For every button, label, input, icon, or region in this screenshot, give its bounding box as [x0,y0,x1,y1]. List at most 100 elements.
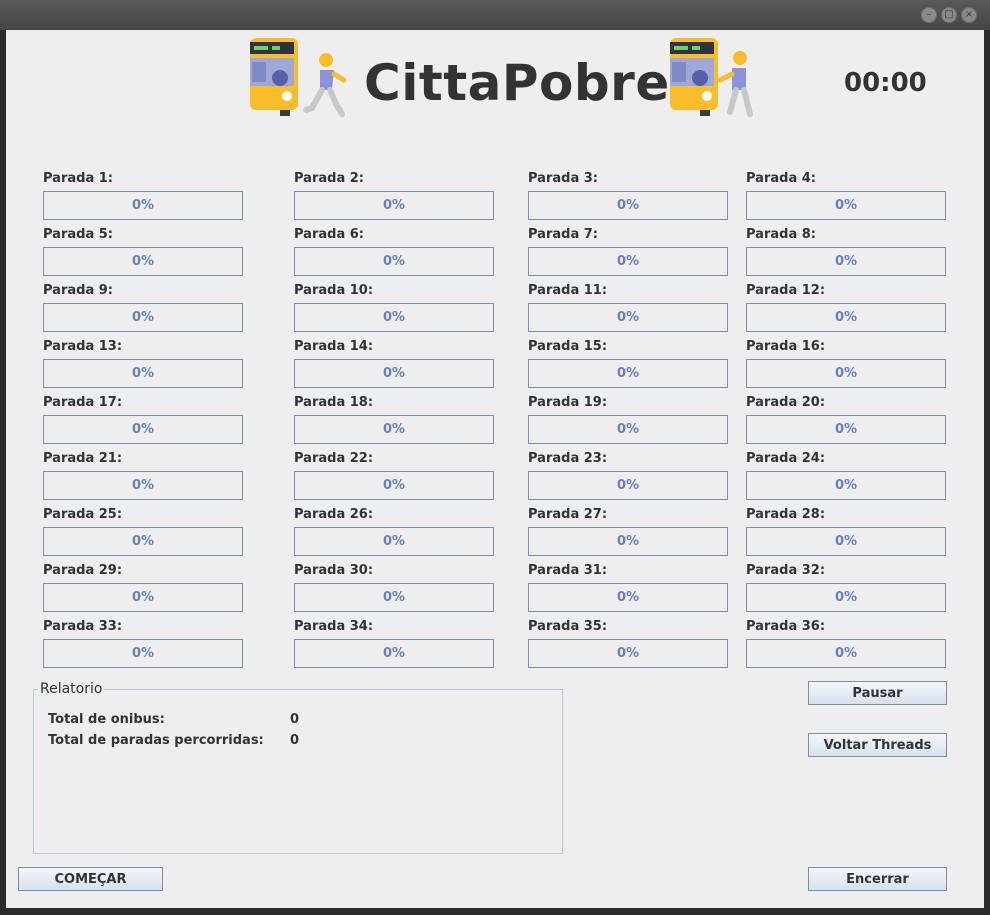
stop-progress-bar: 0% [294,191,494,220]
progress-text: 0% [131,534,155,549]
end-button[interactable]: Encerrar [808,867,947,891]
progress-text: 0% [382,534,406,549]
stop-progress-bar: 0% [528,527,728,556]
stop-label: Parada 14: [294,339,374,354]
stop-6: Parada 6: 0% [294,227,494,276]
stop-progress-bar: 0% [43,527,243,556]
stop-1: Parada 1: 0% [43,171,243,220]
stop-label: Parada 24: [746,451,826,466]
stop-24: Parada 24: 0% [746,451,946,500]
stop-progress-bar: 0% [528,191,728,220]
stop-label: Parada 32: [746,563,826,578]
stop-7: Parada 7: 0% [528,227,728,276]
stop-progress-bar: 0% [528,583,728,612]
progress-text: 0% [382,254,406,269]
stop-label: Parada 36: [746,619,826,634]
stop-label: Parada 15: [528,339,608,354]
stop-label: Parada 34: [294,619,374,634]
close-icon[interactable]: × [961,7,977,23]
stop-3: Parada 3: 0% [528,171,728,220]
stop-label: Parada 12: [746,283,826,298]
stop-26: Parada 26: 0% [294,507,494,556]
progress-text: 0% [616,478,640,493]
total-stops-label: Total de paradas percorridas: [48,733,264,748]
stop-label: Parada 11: [528,283,608,298]
stop-label: Parada 21: [43,451,123,466]
maximize-icon[interactable]: □ [941,7,957,23]
progress-text: 0% [834,310,858,325]
report-panel: Relatorio Total de onibus: 0 Total de pa… [33,681,563,854]
stop-label: Parada 5: [43,227,113,242]
stop-progress-bar: 0% [528,359,728,388]
stop-label: Parada 30: [294,563,374,578]
stop-progress-bar: 0% [528,471,728,500]
stop-16: Parada 16: 0% [746,339,946,388]
progress-text: 0% [616,646,640,661]
stop-label: Parada 3: [528,171,598,186]
progress-text: 0% [834,478,858,493]
progress-text: 0% [616,254,640,269]
stop-label: Parada 6: [294,227,364,242]
progress-text: 0% [382,366,406,381]
stop-36: Parada 36: 0% [746,619,946,668]
stop-progress-bar: 0% [746,639,946,668]
progress-text: 0% [382,646,406,661]
stop-32: Parada 32: 0% [746,563,946,612]
stop-label: Parada 7: [528,227,598,242]
progress-text: 0% [834,422,858,437]
progress-text: 0% [834,254,858,269]
stop-label: Parada 8: [746,227,816,242]
stop-progress-bar: 0% [294,303,494,332]
stop-progress-bar: 0% [746,471,946,500]
report-title: Relatorio [38,681,105,697]
progress-text: 0% [382,478,406,493]
progress-text: 0% [834,590,858,605]
stop-progress-bar: 0% [746,303,946,332]
stop-progress-bar: 0% [294,471,494,500]
stop-label: Parada 33: [43,619,123,634]
start-button[interactable]: COMEÇAR [18,867,163,891]
stop-label: Parada 31: [528,563,608,578]
stop-label: Parada 26: [294,507,374,522]
stop-progress-bar: 0% [43,639,243,668]
stop-23: Parada 23: 0% [528,451,728,500]
window-border-right [984,30,990,915]
minimize-icon[interactable]: – [921,7,937,23]
stop-12: Parada 12: 0% [746,283,946,332]
stop-progress-bar: 0% [43,303,243,332]
stop-progress-bar: 0% [746,527,946,556]
stop-27: Parada 27: 0% [528,507,728,556]
stop-label: Parada 18: [294,395,374,410]
app-title: CittaPobre [364,54,670,112]
bus-passenger-icon [670,38,753,117]
stop-label: Parada 17: [43,395,123,410]
progress-text: 0% [834,198,858,213]
stop-19: Parada 19: 0% [528,395,728,444]
progress-text: 0% [616,422,640,437]
stop-label: Parada 19: [528,395,608,410]
progress-text: 0% [382,590,406,605]
window-border-bottom [0,908,990,915]
stop-progress-bar: 0% [746,247,946,276]
pause-button[interactable]: Pausar [808,681,947,705]
timer: 00:00 [844,68,927,98]
stop-progress-bar: 0% [294,359,494,388]
stop-progress-bar: 0% [43,415,243,444]
stop-progress-bar: 0% [294,247,494,276]
progress-text: 0% [382,198,406,213]
stop-label: Parada 20: [746,395,826,410]
stop-progress-bar: 0% [746,359,946,388]
stop-progress-bar: 0% [294,415,494,444]
progress-text: 0% [131,366,155,381]
stop-label: Parada 23: [528,451,608,466]
stop-progress-bar: 0% [746,191,946,220]
stop-progress-bar: 0% [528,303,728,332]
resume-threads-button[interactable]: Voltar Threads [808,733,947,757]
stop-progress-bar: 0% [528,247,728,276]
progress-text: 0% [131,646,155,661]
progress-text: 0% [382,310,406,325]
stop-label: Parada 35: [528,619,608,634]
progress-text: 0% [131,198,155,213]
stop-label: Parada 16: [746,339,826,354]
stop-10: Parada 10: 0% [294,283,494,332]
